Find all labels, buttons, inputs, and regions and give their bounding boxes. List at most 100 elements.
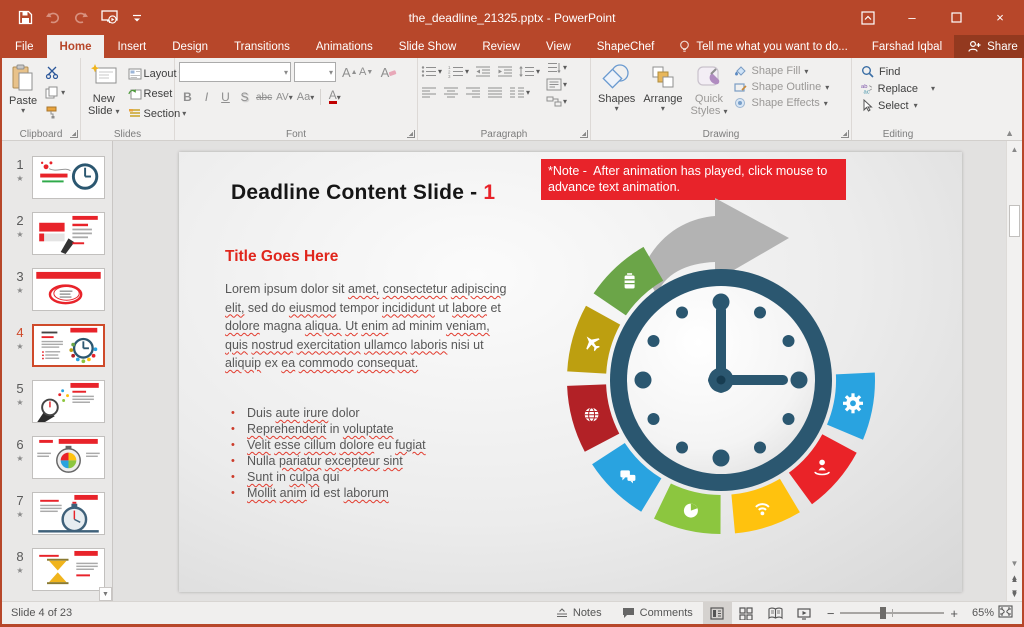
zoom-out-icon[interactable]: − [827, 606, 835, 621]
reading-view-button[interactable] [761, 602, 790, 624]
grow-font-button[interactable]: A▲ [342, 64, 358, 80]
tab-animations[interactable]: Animations [303, 35, 386, 58]
slide-thumbnail-preview[interactable] [32, 156, 105, 199]
slide-thumbnail-preview[interactable] [32, 436, 105, 479]
font-dialog-launcher[interactable] [407, 130, 415, 138]
body-paragraph[interactable]: Lorem ipsum dolor sit amet, consectetur … [225, 280, 511, 373]
slide-thumbnail-3[interactable]: 3★ [8, 268, 112, 311]
slideshow-view-button[interactable] [790, 602, 819, 624]
shrink-font-button[interactable]: A▼ [359, 64, 374, 80]
line-spacing-button[interactable]: ▾ [519, 65, 540, 78]
slide-thumbnail-preview[interactable] [32, 268, 105, 311]
change-case-button[interactable]: Aa▾ [297, 89, 314, 105]
replace-button[interactable]: abac Replace▾ [861, 82, 935, 95]
clock-graphic[interactable] [521, 180, 921, 580]
tell-me-box[interactable]: Tell me what you want to do... [667, 35, 860, 58]
scrollbar-thumb[interactable] [1009, 205, 1020, 237]
justify-button[interactable] [487, 86, 503, 99]
convert-to-smartart-button[interactable]: ▾ [546, 95, 567, 108]
normal-view-button[interactable] [703, 602, 732, 624]
font-name-combobox[interactable]: ▾ [179, 62, 291, 82]
bullet-list[interactable]: Duis aute irure dolorReprehenderit in vo… [229, 405, 515, 501]
tab-view[interactable]: View [533, 35, 584, 58]
ribbon-display-options-icon[interactable] [846, 0, 890, 35]
bold-button[interactable]: B [180, 89, 195, 105]
close-button[interactable]: × [978, 0, 1022, 35]
font-color-button[interactable]: A▾ [327, 89, 342, 105]
bullet-item[interactable]: Duis aute irure dolor [229, 405, 515, 421]
slide-thumbnail-8[interactable]: 8★ [8, 548, 112, 591]
drawing-dialog-launcher[interactable] [841, 130, 849, 138]
clear-formatting-button[interactable]: A [381, 64, 398, 80]
text-shadow-button[interactable]: S [237, 89, 252, 105]
align-left-button[interactable] [421, 86, 437, 99]
align-right-button[interactable] [465, 86, 481, 99]
tab-insert[interactable]: Insert [104, 35, 159, 58]
comments-button[interactable]: Comments [612, 602, 703, 624]
increase-indent-button[interactable] [497, 65, 513, 78]
text-direction-button[interactable]: ▾ [546, 61, 567, 74]
font-size-combobox[interactable]: ▾ [294, 62, 336, 82]
bullet-item[interactable]: Nulla pariatur excepteur sint [229, 453, 515, 469]
paste-button[interactable]: Paste ▾ [5, 61, 41, 127]
thumbnail-scroll-down-icon[interactable]: ▼ [99, 587, 112, 601]
tab-review[interactable]: Review [469, 35, 533, 58]
slide-title[interactable]: Deadline Content Slide - 1 [231, 181, 495, 205]
previous-slide-button[interactable]: ▲▲ [1007, 571, 1023, 586]
start-slideshow-icon[interactable] [100, 9, 118, 27]
slide-thumbnail-preview[interactable] [32, 548, 105, 591]
new-slide-button[interactable]: NewSlide ▾ [84, 61, 124, 127]
share-button[interactable]: Share [954, 35, 1024, 58]
slide-4-editing-surface[interactable]: Deadline Content Slide - 1 *Note - After… [179, 152, 962, 592]
slide-thumbnail-4[interactable]: 4★ [8, 324, 112, 367]
bullet-item[interactable]: Reprehenderit in voluptate [229, 421, 515, 437]
fit-slide-to-window-icon[interactable] [994, 605, 1022, 621]
bullet-item[interactable]: Sunt in culpa qui [229, 469, 515, 485]
scroll-up-icon[interactable]: ▲ [1007, 141, 1023, 157]
paragraph-dialog-launcher[interactable] [580, 130, 588, 138]
tab-file[interactable]: File [2, 35, 47, 58]
align-center-button[interactable] [443, 86, 459, 99]
slide-thumbnail-preview[interactable] [32, 212, 105, 255]
strikethrough-button[interactable]: abc [256, 89, 272, 105]
scroll-down-icon[interactable]: ▼ [1007, 555, 1023, 571]
find-button[interactable]: Find [861, 65, 935, 78]
character-spacing-button[interactable]: AV▾ [276, 89, 293, 105]
cut-button[interactable] [43, 64, 67, 81]
tab-design[interactable]: Design [159, 35, 221, 58]
decrease-indent-button[interactable] [475, 65, 491, 78]
underline-button[interactable]: U [218, 89, 233, 105]
zoom-slider[interactable] [840, 612, 944, 614]
copy-button[interactable]: ▾ [43, 84, 67, 101]
format-painter-button[interactable] [43, 104, 67, 121]
tab-home[interactable]: Home [47, 35, 105, 58]
petal-gear[interactable] [827, 373, 875, 440]
bullets-button[interactable]: ▾ [421, 65, 442, 78]
save-icon[interactable] [16, 9, 34, 27]
shape-fill-button[interactable]: Shape Fill▾ [733, 65, 829, 77]
clipboard-dialog-launcher[interactable] [70, 130, 78, 138]
slide-thumbnail-preview[interactable] [32, 492, 105, 535]
minimize-button[interactable]: – [890, 0, 934, 35]
slide-thumbnail-preview[interactable] [32, 380, 105, 423]
customize-quick-access-icon[interactable] [128, 9, 146, 27]
petal-pie-chart[interactable] [654, 484, 721, 535]
scrollbar-track[interactable] [1007, 157, 1023, 555]
bullet-item[interactable]: Velit esse cillum dolore eu fugiat [229, 437, 515, 453]
next-slide-button[interactable]: ▼▼ [1007, 586, 1023, 601]
numbering-button[interactable]: 123▾ [448, 65, 469, 78]
slide-thumbnail-1[interactable]: 1★ [8, 156, 112, 199]
shape-effects-button[interactable]: Shape Effects▾ [733, 97, 829, 109]
shape-outline-button[interactable]: Shape Outline▾ [733, 81, 829, 93]
quick-styles-button[interactable]: QuickStyles ▾ [686, 61, 731, 127]
content-heading[interactable]: Title Goes Here [225, 248, 338, 266]
italic-button[interactable]: I [199, 89, 214, 105]
zoom-slider-thumb[interactable] [880, 607, 886, 619]
zoom-in-icon[interactable]: + [950, 606, 958, 621]
tab-slide-show[interactable]: Slide Show [386, 35, 470, 58]
zoom-level[interactable]: 65% [966, 607, 994, 619]
slide-thumbnail-6[interactable]: 6★ [8, 436, 112, 479]
user-account[interactable]: Farshad Iqbal [860, 35, 954, 58]
bullet-item[interactable]: Mollit anim id est laborum [229, 485, 515, 501]
slide-sorter-view-button[interactable] [732, 602, 761, 624]
